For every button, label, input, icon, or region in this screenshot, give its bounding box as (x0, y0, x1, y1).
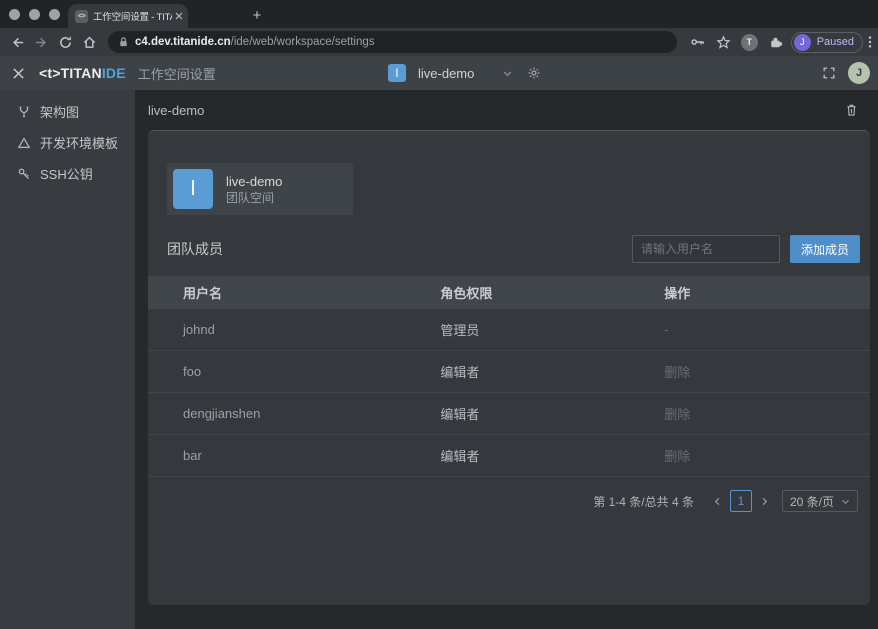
delete-member-link[interactable]: 删除 (664, 446, 870, 465)
workspace-card-name: live-demo (226, 173, 282, 190)
team-members-toolbar: 团队成员 添加成员 (167, 235, 860, 263)
fullscreen-icon[interactable] (822, 66, 836, 80)
table-row: dengjianshen 编辑者 删除 (148, 393, 870, 435)
workspace-switcher[interactable]: l live-demo (388, 56, 541, 90)
browser-toolbar: c4.dev.titanide.cn/ide/web/workspace/set… (0, 28, 878, 56)
traffic-lights (0, 0, 68, 28)
page-size-value: 20 条/页 (790, 493, 834, 510)
workspace-badge: l (388, 64, 406, 82)
close-window-button[interactable] (9, 9, 20, 20)
members-table: 用户名 角色权限 操作 johnd 管理员 - foo 编辑者 删除 (148, 276, 870, 477)
back-icon[interactable] (10, 35, 25, 50)
profile-avatar: J (794, 34, 811, 51)
home-icon[interactable] (82, 35, 97, 50)
table-header-row: 用户名 角色权限 操作 (148, 276, 870, 309)
zoom-window-button[interactable] (49, 9, 60, 20)
cell-role: 编辑者 (440, 404, 664, 423)
cell-username: bar (148, 448, 440, 463)
cell-role: 编辑者 (440, 446, 664, 465)
pagination: 第 1-4 条/总共 4 条 1 20 条/页 (148, 490, 858, 512)
sidebar-item-architecture[interactable]: 架构图 (0, 96, 135, 127)
cell-username: dengjianshen (148, 406, 440, 421)
cell-username: johnd (148, 322, 440, 337)
sidebar-item-ssh-key[interactable]: SSH公钥 (0, 158, 135, 189)
new-tab-button[interactable]: + (246, 4, 268, 26)
table-row: bar 编辑者 删除 (148, 435, 870, 477)
url-path: /ide/web/workspace/settings (231, 36, 375, 48)
cell-action: - (664, 322, 870, 337)
next-page-icon[interactable] (760, 497, 769, 506)
profile-status: Paused (817, 36, 854, 48)
bookmark-star-icon[interactable] (716, 35, 731, 50)
sidebar-item-label: 架构图 (40, 102, 79, 121)
tab-strip: <> 工作空间设置 - TITANIDE + (0, 0, 878, 28)
extension-badge[interactable]: T (741, 34, 758, 51)
tab-favicon-icon: <> (75, 10, 88, 23)
lock-icon (118, 36, 129, 48)
workspace-card-badge: l (173, 169, 213, 209)
sidebar-item-label: SSH公钥 (40, 164, 93, 183)
url-host: c4.dev.titanide.cn (135, 36, 231, 48)
breadcrumb-workspace-name: live-demo (148, 103, 204, 118)
app-body: 架构图 开发环境模板 SSH公钥 live-demo (0, 90, 878, 629)
gear-icon[interactable] (527, 66, 541, 80)
sidebar-item-label: 开发环境模板 (40, 133, 118, 152)
table-row: foo 编辑者 删除 (148, 351, 870, 393)
browser-tab[interactable]: <> 工作空间设置 - TITANIDE (68, 4, 188, 28)
header-username: 用户名 (148, 283, 440, 302)
forward-icon[interactable] (34, 35, 49, 50)
tab-title: 工作空间设置 - TITANIDE (93, 9, 172, 23)
delete-member-link[interactable]: 删除 (664, 362, 870, 381)
architecture-diagram-icon (17, 105, 31, 119)
ssh-key-icon (17, 167, 31, 181)
workspace-name: live-demo (418, 66, 474, 81)
reload-icon[interactable] (58, 35, 73, 50)
team-members-title: 团队成员 (167, 239, 223, 259)
main-area: live-demo l live-demo 团队空间 团队成员 (135, 90, 878, 629)
chevron-down-icon[interactable] (502, 68, 513, 79)
delete-workspace-icon[interactable] (845, 103, 858, 117)
cell-role: 编辑者 (440, 362, 664, 381)
workspace-card-type: 团队空间 (226, 190, 282, 206)
browser-window: <> 工作空间设置 - TITANIDE + c4.dev.titanide.c… (0, 0, 878, 629)
app-header: <t>TITANIDE 工作空间设置 l live-demo J (0, 56, 878, 90)
minimize-window-button[interactable] (29, 9, 40, 20)
cell-username: foo (148, 364, 440, 379)
cell-role: 管理员 (440, 320, 664, 339)
address-bar[interactable]: c4.dev.titanide.cn/ide/web/workspace/set… (108, 31, 677, 53)
password-key-icon[interactable] (690, 34, 706, 50)
table-row: johnd 管理员 - (148, 309, 870, 351)
browser-menu-icon[interactable] (868, 35, 872, 49)
tab-close-icon[interactable] (175, 12, 183, 20)
template-icon (17, 136, 31, 150)
extensions-puzzle-icon[interactable] (768, 35, 783, 50)
prev-page-icon[interactable] (713, 497, 722, 506)
page-title: 工作空间设置 (138, 64, 216, 83)
sidebar-item-template[interactable]: 开发环境模板 (0, 127, 135, 158)
header-role: 角色权限 (440, 283, 664, 302)
close-icon[interactable] (12, 67, 25, 80)
workspace-card: l live-demo 团队空间 (167, 163, 353, 215)
settings-panel: l live-demo 团队空间 团队成员 添加成员 用户名 (148, 130, 870, 605)
page-number-button[interactable]: 1 (730, 490, 752, 512)
sidebar: 架构图 开发环境模板 SSH公钥 (0, 90, 135, 629)
pagination-summary: 第 1-4 条/总共 4 条 (593, 493, 694, 510)
username-input[interactable] (632, 235, 780, 263)
breadcrumb: live-demo (135, 90, 878, 130)
profile-paused-chip[interactable]: J Paused (791, 32, 863, 53)
app-logo: <t>TITANIDE (39, 65, 126, 81)
delete-member-link[interactable]: 删除 (664, 404, 870, 423)
user-avatar[interactable]: J (848, 62, 870, 84)
chevron-down-icon (841, 497, 850, 506)
add-member-button[interactable]: 添加成员 (790, 235, 860, 263)
page-size-select[interactable]: 20 条/页 (782, 490, 858, 512)
header-action: 操作 (664, 283, 870, 302)
